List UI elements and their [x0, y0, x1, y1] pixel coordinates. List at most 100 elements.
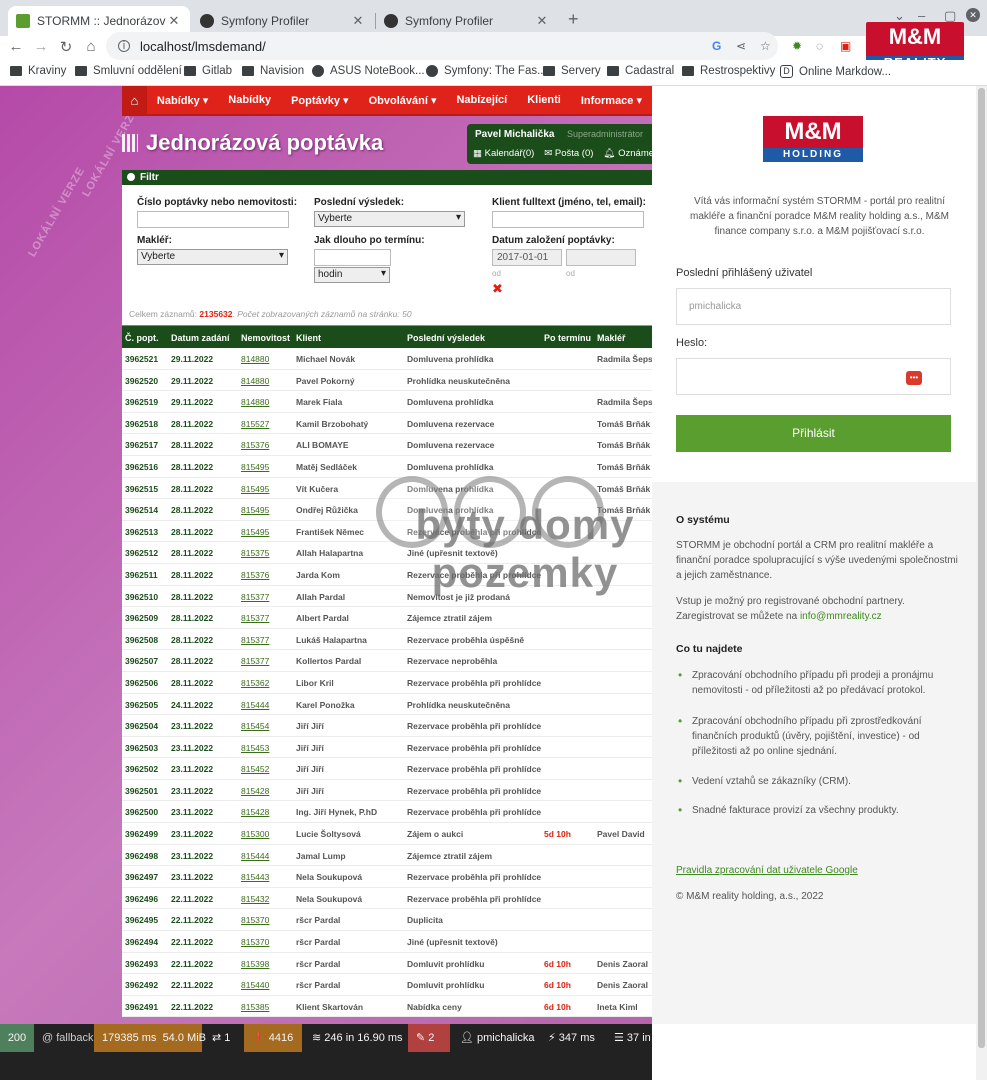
created-to-input[interactable]: [566, 249, 636, 266]
cell-property-link[interactable]: 815454: [241, 721, 269, 731]
extension-circle-icon[interactable]: ◌: [816, 39, 823, 53]
share-icon[interactable]: ⋖: [736, 39, 746, 53]
mail-link[interactable]: ✉ Pošta (0): [544, 148, 593, 159]
table-row[interactable]: 3962500 23.11.2022 815428 Ing. Jiří Hynek, …: [122, 801, 652, 824]
extension-gear-icon[interactable]: ✹: [792, 39, 802, 53]
created-from-input[interactable]: 2017-01-01: [492, 249, 562, 266]
broker-select[interactable]: Vyberte: [137, 249, 288, 265]
cell-property-link[interactable]: 815444: [241, 700, 269, 710]
cell-property-link[interactable]: 815377: [241, 656, 269, 666]
cell-property-link[interactable]: 815495: [241, 462, 269, 472]
col-header-date[interactable]: Datum zadání: [171, 333, 230, 343]
cache-panel[interactable]: ≋ 246 in 16.90 ms: [304, 1024, 411, 1052]
cell-property-link[interactable]: 815440: [241, 980, 269, 990]
cell-property-link[interactable]: 815377: [241, 613, 269, 623]
table-row[interactable]: 3962521 29.11.2022 814880 Michael Novák Doml…: [122, 348, 652, 370]
cell-property-link[interactable]: 815428: [241, 807, 269, 817]
logs-panel[interactable]: ❗ 4416: [244, 1024, 302, 1052]
page-scrollbar[interactable]: [976, 86, 987, 1080]
table-row[interactable]: 3962506 28.11.2022 815362 Libor Kril Rezerva…: [122, 671, 652, 694]
cell-property-link[interactable]: 815527: [241, 419, 269, 429]
site-info-icon[interactable]: i: [118, 40, 130, 52]
table-row[interactable]: 3962496 22.11.2022 815432 Nela Soukupová Rez…: [122, 887, 652, 910]
reload-icon[interactable]: ↻: [56, 38, 76, 56]
table-row[interactable]: 3962508 28.11.2022 815377 Lukáš Halapartna R…: [122, 628, 652, 651]
table-row[interactable]: 3962498 23.11.2022 815444 Jamal Lump Zájemce…: [122, 844, 652, 867]
bookmark-kraviny[interactable]: Kraviny: [10, 65, 66, 77]
cell-property-link[interactable]: 815443: [241, 872, 269, 882]
table-row[interactable]: 3962519 29.11.2022 814880 Marek Fiala Domluv…: [122, 391, 652, 413]
last-result-select[interactable]: Vyberte: [314, 211, 465, 227]
url-bar[interactable]: i localhost/lmsdemand/: [106, 32, 778, 60]
table-row[interactable]: 3962495 22.11.2022 815370 ršcr Pardal Duplic…: [122, 909, 652, 932]
bookmark-symfony[interactable]: Symfony: The Fas...: [426, 65, 547, 77]
cell-property-link[interactable]: 815300: [241, 829, 269, 839]
cell-property-link[interactable]: 815495: [241, 505, 269, 515]
cell-property-link[interactable]: 815370: [241, 915, 269, 925]
cell-property-link[interactable]: 815428: [241, 786, 269, 796]
after-term-unit-select[interactable]: hodin: [314, 267, 390, 283]
password-input[interactable]: •••: [676, 358, 951, 395]
table-row[interactable]: 3962499 23.11.2022 815300 Lucie Šoltysová Zá…: [122, 823, 652, 845]
status-code[interactable]: 200: [0, 1024, 34, 1052]
table-row[interactable]: 3962504 23.11.2022 815454 Jiří Jiří Rezervac…: [122, 715, 652, 737]
nav-obvolavani[interactable]: Obvolávání ▾: [369, 94, 437, 107]
table-row[interactable]: 3962491 22.11.2022 815385 Klient Skartován N…: [122, 995, 652, 1018]
table-row[interactable]: 3962516 28.11.2022 815495 Matěj Sedláček Dom…: [122, 455, 652, 478]
cell-property-link[interactable]: 815385: [241, 1002, 269, 1012]
tab-close-icon[interactable]: ✕: [166, 13, 182, 29]
login-button[interactable]: Přihlásit: [676, 415, 951, 452]
bookmark-asus[interactable]: ASUS NoteBook...: [312, 65, 425, 77]
security-panel[interactable]: 👤︎ pmichalicka: [452, 1024, 543, 1052]
scrollbar-thumb[interactable]: [978, 88, 985, 1048]
cell-property-link[interactable]: 815495: [241, 527, 269, 537]
time-memory-panel[interactable]: 179385 ms 54.0 MiB: [94, 1024, 206, 1052]
cell-property-link[interactable]: 815495: [241, 484, 269, 494]
table-row[interactable]: 3962493 22.11.2022 815398 ršcr Pardal Domluv…: [122, 952, 652, 975]
table-row[interactable]: 3962502 23.11.2022 815452 Jiří Jiří Rezervac…: [122, 758, 652, 780]
bookmark-smluvni[interactable]: Smluvní oddělení: [75, 65, 182, 77]
table-row[interactable]: 3962492 22.11.2022 815440 ršcr Pardal Domluv…: [122, 974, 652, 996]
cell-property-link[interactable]: 815377: [241, 635, 269, 645]
demand-number-input[interactable]: [137, 211, 289, 228]
cell-property-link[interactable]: 815376: [241, 440, 269, 450]
back-icon[interactable]: ←: [6, 38, 26, 55]
cell-property-link[interactable]: 815362: [241, 678, 269, 688]
table-row[interactable]: 3962503 23.11.2022 815453 Jiří Jiří Rezervac…: [122, 736, 652, 759]
password-manager-icon[interactable]: •••: [906, 371, 922, 385]
translations-panel[interactable]: ✎ 2: [408, 1024, 450, 1052]
filter-header[interactable]: Filtr: [122, 170, 652, 185]
bookmark-markdown[interactable]: D Online Markdow...: [780, 65, 891, 78]
bookmark-cadastral[interactable]: Cadastral: [607, 65, 674, 77]
bookmark-servery[interactable]: Servery: [543, 65, 601, 77]
cell-property-link[interactable]: 815398: [241, 959, 269, 969]
col-header-after-term[interactable]: Po termínu: [544, 333, 591, 343]
google-icon[interactable]: G: [712, 39, 721, 53]
cell-property-link[interactable]: 815453: [241, 743, 269, 753]
new-tab-icon[interactable]: +: [568, 9, 579, 30]
close-window-icon[interactable]: ✕: [966, 8, 980, 22]
client-fulltext-input[interactable]: [492, 211, 644, 228]
cell-property-link[interactable]: 815432: [241, 894, 269, 904]
col-header-id[interactable]: Č. popt.: [125, 333, 159, 343]
table-row[interactable]: 3962505 24.11.2022 815444 Karel Ponožka Proh…: [122, 693, 652, 716]
calendar-link[interactable]: ▦ Kalendář(0): [473, 148, 534, 159]
bookmark-star-icon[interactable]: ☆: [760, 39, 771, 53]
username-input[interactable]: pmichalicka: [676, 288, 951, 325]
nav-nabidky[interactable]: Nabídky: [228, 94, 271, 106]
col-header-client[interactable]: Klient: [296, 333, 321, 343]
col-header-property[interactable]: Nemovitost: [241, 333, 290, 343]
google-data-policy-link[interactable]: Pravidla zpracování dat uživatele Google: [676, 863, 961, 878]
bookmark-restrospektivy[interactable]: Restrospektivy: [682, 65, 775, 77]
cell-property-link[interactable]: 814880: [241, 397, 269, 407]
col-header-result[interactable]: Poslední výsledek: [407, 333, 485, 343]
cell-property-link[interactable]: 814880: [241, 376, 269, 386]
home-icon[interactable]: ⌂: [81, 38, 101, 55]
nav-nabizejici[interactable]: Nabízející: [456, 94, 507, 106]
table-row[interactable]: 3962501 23.11.2022 815428 Jiří Jiří Rezervac…: [122, 779, 652, 802]
home-nav-icon[interactable]: ⌂: [122, 86, 147, 115]
clear-date-icon[interactable]: ✖: [492, 281, 503, 297]
table-row[interactable]: 3962494 22.11.2022 815370 ršcr Pardal Jiné (…: [122, 931, 652, 953]
bookmark-gitlab[interactable]: Gitlab: [184, 65, 232, 77]
minimize-icon[interactable]: –: [918, 8, 925, 23]
